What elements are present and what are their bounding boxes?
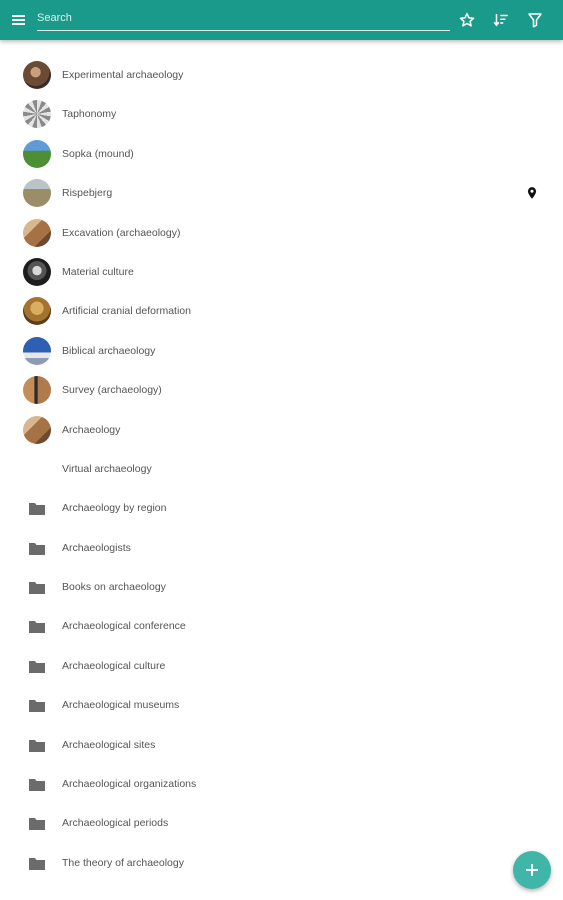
folder-icon xyxy=(29,659,45,673)
list-item[interactable]: Taphonomy xyxy=(0,95,563,134)
list-item-label: Sopka (mound) xyxy=(62,147,134,160)
list-item[interactable]: Sopka (mound) xyxy=(0,135,563,174)
photo-thumbnail xyxy=(23,100,51,129)
list-item[interactable]: Artificial cranial deformation xyxy=(0,292,563,331)
list-item-label: Artificial cranial deformation xyxy=(62,305,191,318)
list-item[interactable]: Experimental archaeology xyxy=(0,56,563,95)
list-item-label: Virtual archaeology xyxy=(62,462,152,475)
search-field xyxy=(37,8,450,31)
folder-icon xyxy=(29,580,45,595)
folder-icon xyxy=(29,698,45,713)
category-label: Archaeological organizations xyxy=(62,778,197,791)
folder-icon xyxy=(29,541,45,555)
plus-icon xyxy=(526,864,538,876)
photo-thumbnail xyxy=(23,415,51,444)
article-list: Experimental archaeology Taphonomy Sopka… xyxy=(0,56,563,883)
category-item[interactable]: Archaeological sites xyxy=(0,726,563,765)
folder-icon xyxy=(29,501,45,516)
category-label: The theory of archaeology xyxy=(62,856,184,869)
filter-icon[interactable] xyxy=(526,11,544,29)
category-label: Archaeological culture xyxy=(62,659,166,672)
list-item[interactable]: Rispebjerg xyxy=(0,174,563,213)
category-item[interactable]: Archaeological conference xyxy=(0,607,563,646)
photo-thumbnail xyxy=(23,179,51,208)
list-item-label: Survey (archaeology) xyxy=(62,384,162,397)
photo-thumbnail xyxy=(23,336,51,365)
photo-thumbnail xyxy=(23,61,51,89)
map-pin-icon[interactable] xyxy=(525,185,539,201)
search-input[interactable] xyxy=(37,8,450,28)
photo-thumbnail xyxy=(23,139,51,168)
photo-thumbnail xyxy=(23,376,51,405)
list-item-label: Experimental archaeology xyxy=(62,69,184,81)
category-label: Archaeological sites xyxy=(62,738,156,751)
list-item[interactable]: Excavation (archaeology) xyxy=(0,214,563,253)
category-item[interactable]: The theory of archaeology xyxy=(0,844,563,883)
list-item[interactable]: Survey (archaeology) xyxy=(0,371,563,410)
category-label: Books on archaeology xyxy=(62,581,166,594)
list-item-label: Biblical archaeology xyxy=(62,344,156,357)
photo-thumbnail xyxy=(23,297,51,326)
list-item[interactable]: Virtual archaeology xyxy=(0,450,563,489)
list-item-label: Excavation (archaeology) xyxy=(62,226,181,239)
category-label: Archaeological conference xyxy=(62,620,186,633)
sort-icon[interactable] xyxy=(492,11,510,29)
category-item[interactable]: Archaeological museums xyxy=(0,686,563,725)
star-outline-icon[interactable] xyxy=(458,11,476,29)
photo-thumbnail xyxy=(23,218,51,247)
folder-icon xyxy=(29,856,45,870)
category-item[interactable]: Archaeology by region xyxy=(0,489,563,528)
list-item-label: Rispebjerg xyxy=(62,187,113,200)
folder-icon xyxy=(29,777,45,792)
list-item[interactable]: Material culture xyxy=(0,253,563,292)
category-label: Archaeological museums xyxy=(62,699,180,712)
list-item-label: Taphonomy xyxy=(62,108,117,121)
category-item[interactable]: Books on archaeology xyxy=(0,568,563,607)
app-bar xyxy=(0,0,563,40)
category-item[interactable]: Archaeologists xyxy=(0,529,563,568)
category-item[interactable]: Archaeological organizations xyxy=(0,765,563,804)
category-item[interactable]: Archaeological periods xyxy=(0,804,563,843)
category-label: Archaeologists xyxy=(62,541,131,554)
category-item[interactable]: Archaeological culture xyxy=(0,647,563,686)
folder-icon xyxy=(29,816,45,831)
list-item-label: Archaeology xyxy=(62,423,121,436)
folder-icon xyxy=(29,738,45,752)
photo-thumbnail xyxy=(23,257,51,286)
menu-icon[interactable] xyxy=(10,12,28,28)
add-button[interactable] xyxy=(513,851,551,889)
list-item-label: Material culture xyxy=(62,265,134,278)
category-label: Archaeological periods xyxy=(62,817,169,830)
folder-icon xyxy=(29,619,45,634)
list-item[interactable]: Archaeology xyxy=(0,411,563,450)
list-item[interactable]: Biblical archaeology xyxy=(0,332,563,371)
category-label: Archaeology by region xyxy=(62,502,167,515)
